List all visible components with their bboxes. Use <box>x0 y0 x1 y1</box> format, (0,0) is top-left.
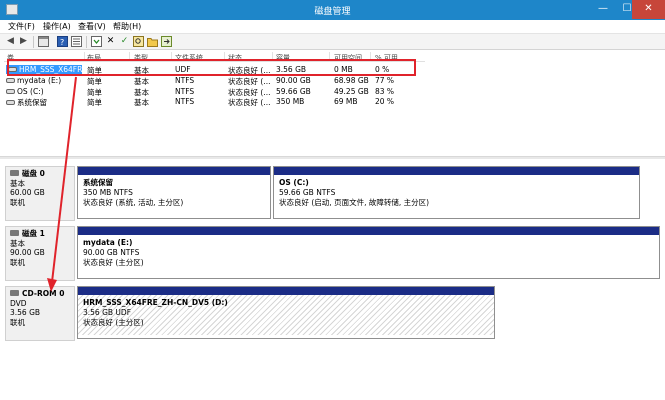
forward-arrow-icon[interactable]: ▶ <box>18 36 29 47</box>
disk-0-label[interactable]: 磁盘 0 基本 60.00 GB 联机 <box>5 166 75 221</box>
folder-icon[interactable] <box>147 36 158 47</box>
help-icon[interactable]: ? <box>57 36 68 47</box>
import-icon[interactable] <box>161 36 172 47</box>
title-bar: 磁盘管理 — ☐ ✕ <box>0 0 665 20</box>
search-icon[interactable] <box>133 36 144 47</box>
volume-row-system-reserved[interactable]: 系统保留 简单 基本 NTFS 状态良好 (... 350 MB 69 MB 2… <box>4 96 404 107</box>
volume-row-mydata[interactable]: mydata (E:) 简单 基本 NTFS 状态良好 (... 90.00 G… <box>4 75 404 86</box>
menu-bar: 文件(F) 操作(A) 查看(V) 帮助(H) <box>0 20 665 34</box>
menu-help[interactable]: 帮助(H) <box>113 21 141 32</box>
menu-action[interactable]: 操作(A) <box>43 21 71 32</box>
partition-bar <box>274 167 639 175</box>
console-tree-icon[interactable] <box>38 36 49 47</box>
partition-bar <box>78 167 270 175</box>
disk-icon <box>10 230 19 236</box>
check-icon[interactable]: ✓ <box>119 36 130 47</box>
volume-icon <box>6 89 15 94</box>
partition-bar <box>78 227 659 235</box>
menu-file[interactable]: 文件(F) <box>8 21 35 32</box>
volume-icon <box>6 100 15 105</box>
back-arrow-icon[interactable]: ◀ <box>5 36 16 47</box>
disc-icon <box>10 290 19 296</box>
toolbar: ◀ ▶ ? ✕ ✓ <box>0 34 665 50</box>
delete-icon[interactable]: ✕ <box>105 36 116 47</box>
refresh-icon[interactable] <box>91 36 102 47</box>
annotation-highlight-box <box>7 59 416 76</box>
disk-icon <box>10 170 19 176</box>
properties-icon[interactable] <box>71 36 82 47</box>
menu-view[interactable]: 查看(V) <box>78 21 106 32</box>
partition-bar <box>78 287 494 295</box>
minimize-button[interactable]: — <box>590 0 616 19</box>
partition-system-reserved[interactable]: 系统保留 350 MB NTFS 状态良好 (系统, 活动, 主分区) <box>77 166 271 219</box>
cdrom-0-label[interactable]: CD-ROM 0 DVD 3.56 GB 联机 <box>5 286 75 341</box>
window-title: 磁盘管理 <box>314 7 351 17</box>
partition-cdrom-d[interactable]: HRM_SSS_X64FRE_ZH-CN_DV5 (D:) 3.56 GB UD… <box>77 286 495 339</box>
svg-text:?: ? <box>60 38 64 47</box>
close-button[interactable]: ✕ <box>632 0 665 19</box>
partition-mydata-e[interactable]: mydata (E:) 90.00 GB NTFS 状态良好 (主分区) <box>77 226 660 279</box>
disk-1-label[interactable]: 磁盘 1 基本 90.00 GB 联机 <box>5 226 75 281</box>
volume-icon <box>6 78 15 83</box>
partition-os-c[interactable]: OS (C:) 59.66 GB NTFS 状态良好 (启动, 页面文件, 故障… <box>273 166 640 219</box>
